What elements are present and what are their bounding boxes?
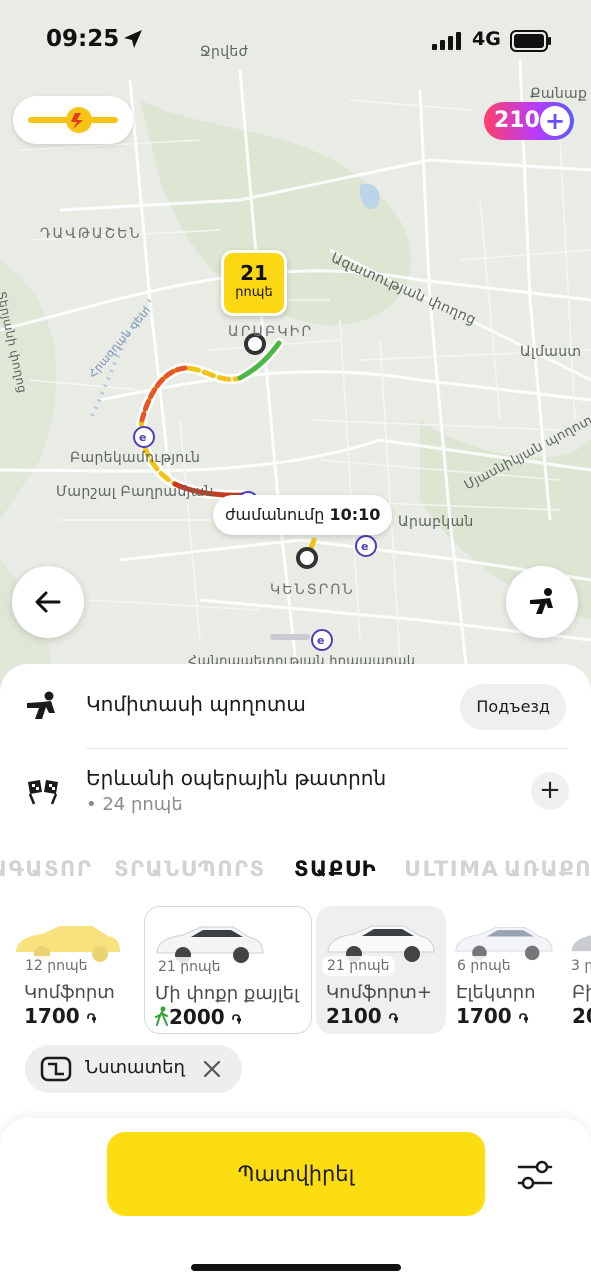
tariff-name: Էլեկտրո <box>456 982 536 1003</box>
eta-marker: 21 րոպե <box>221 250 287 316</box>
service-tabs: ԱԳԱՏՈՐ ՏՐԱՆՍՊՈՐՏ ՏԱՔՍԻ ULTIMA ԱՌԱՔՈՒՄ <box>0 857 591 887</box>
status-bar: 09:25 4G <box>0 22 591 58</box>
arrow-left-icon <box>35 591 61 613</box>
tab-delivery[interactable]: ԱՌԱՔՈՒՄ <box>504 857 591 881</box>
svg-text:e: e <box>139 431 146 444</box>
order-sheet: Կոմիտասի պողոտա Подъезд Երևանի օպերային … <box>0 664 591 1280</box>
order-bar: Պատվիրել <box>0 1118 591 1280</box>
points-badge[interactable]: 210 + <box>484 102 574 140</box>
tab-ultima[interactable]: ULTIMA <box>404 857 499 881</box>
person-pointing-icon <box>530 588 553 614</box>
pickup-row[interactable]: Կոմիտասի պողոտա Подъезд <box>0 664 591 749</box>
tariff-price: 2100 ֏ <box>326 1004 399 1028</box>
map-label: Ալմաստ <box>520 344 582 360</box>
tariff-eta: 12 րոպե <box>20 956 93 976</box>
traffic-promo-button[interactable] <box>13 96 133 144</box>
map-label: Բարեկամություն <box>70 450 201 466</box>
arrival-label: ժամանումը <box>225 505 325 524</box>
tariff-card-business[interactable]: 3 րոպե Բիզնես 2000 <box>566 906 591 1034</box>
home-indicator <box>191 1264 401 1271</box>
map-label: Մարշալ Բաղրամյան <box>56 484 214 500</box>
tariff-price: 2000 <box>572 1004 591 1028</box>
status-time: 09:25 <box>46 26 120 52</box>
tariff-price: 1700 ֏ <box>456 1004 529 1028</box>
divider <box>86 748 567 749</box>
order-button[interactable]: Պատվիրել <box>107 1132 485 1216</box>
eta-unit: րոպե <box>235 285 273 300</box>
destination-eta: • 24 րոպե <box>86 794 183 815</box>
back-button[interactable] <box>12 566 84 638</box>
map-label: ԴԱՎԹԱՇԵՆ <box>40 226 142 242</box>
map-label: ԿԵՆՏՐՈՆ <box>270 582 355 598</box>
child-seat-icon <box>40 1056 72 1082</box>
chip-label: Նստատեղ <box>85 1057 185 1078</box>
walking-person-icon <box>155 1006 168 1026</box>
points-count: 210 <box>494 108 540 133</box>
tariff-eta: 3 րոպե <box>566 956 591 976</box>
tariff-card-walk-a-bit[interactable]: 21 րոպե Մի փոքր քայլել 2000 ֏ <box>144 906 312 1034</box>
map-label: Արաբկան <box>398 514 474 530</box>
tariff-carousel: 12 րոպե Կոմֆորտ 1700 ֏ 21 րոպե Մի փոքր ք… <box>0 906 591 1036</box>
map-label: ԱՐԱԲԿԻՐ <box>228 324 314 340</box>
network-type: 4G <box>472 28 501 50</box>
add-stop-button[interactable]: + <box>531 772 569 810</box>
child-seat-chip[interactable]: Նստատեղ <box>25 1045 242 1093</box>
tariff-name: Բիզնես <box>572 982 591 1003</box>
eta-value: 21 <box>240 261 268 285</box>
pickup-address: Կոմիտասի պողոտա <box>86 692 306 716</box>
battery-icon <box>510 30 551 52</box>
tariff-name: Կոմֆորտ <box>24 982 115 1003</box>
tariff-name: Մի փոքր քայլել <box>155 983 299 1004</box>
person-pointing-icon <box>27 691 55 719</box>
tab-taxi[interactable]: ՏԱՔՍԻ <box>294 857 377 881</box>
tab-service[interactable]: ԱԳԱՏՈՐ <box>0 857 92 881</box>
svg-text:e: e <box>317 634 324 647</box>
tariff-price: 2000 ֏ <box>155 1005 241 1029</box>
tariff-price: 1700 ֏ <box>24 1004 97 1028</box>
entrance-button[interactable]: Подъезд <box>460 684 566 730</box>
map[interactable]: eeee Ջրվեժ Քանաք ԴԱՎԹԱՇԵՆ ԱՐԱԲԿԻՐ ԿԵՆՏՐՈ… <box>0 0 591 700</box>
filter-settings-icon[interactable] <box>515 1158 555 1192</box>
tariff-card-electro[interactable]: 6 րոպե Էլեկտրո 1700 ֏ <box>448 906 566 1034</box>
tariff-name: Կոմֆորտ+ <box>326 982 432 1003</box>
close-icon[interactable] <box>203 1060 221 1078</box>
signal-icon <box>432 32 461 50</box>
plus-icon: + <box>540 106 570 136</box>
destination-row[interactable]: Երևանի օպերային թատրոն • 24 րոպե + <box>0 750 591 840</box>
tariff-card-comfort[interactable]: 12 րոպե Կոմֆորտ 1700 ֏ <box>0 906 124 1034</box>
location-arrow-icon <box>124 30 142 48</box>
tariff-card-comfort-plus[interactable]: 21 րոպե Կոմֆորտ+ 2100 ֏ <box>316 906 446 1034</box>
map-label: Քանաք <box>530 86 588 102</box>
destination-address: Երևանի օպերային թատրոն <box>86 766 387 790</box>
checkered-flags-icon <box>28 780 58 805</box>
arrival-time: 10:10 <box>329 505 381 524</box>
traffic-slider-icon <box>28 107 118 133</box>
tariff-eta: 6 րոպե <box>452 956 516 976</box>
arrival-time-bubble: ժամանումը 10:10 <box>213 495 393 535</box>
svg-text:e: e <box>361 540 368 553</box>
pickup-location-button[interactable] <box>506 566 578 638</box>
tab-transport[interactable]: ՏՐԱՆՍՊՈՐՏ <box>114 857 266 881</box>
tariff-eta: 21 րոպե <box>322 956 395 976</box>
tariff-eta: 21 րոպե <box>153 957 226 977</box>
